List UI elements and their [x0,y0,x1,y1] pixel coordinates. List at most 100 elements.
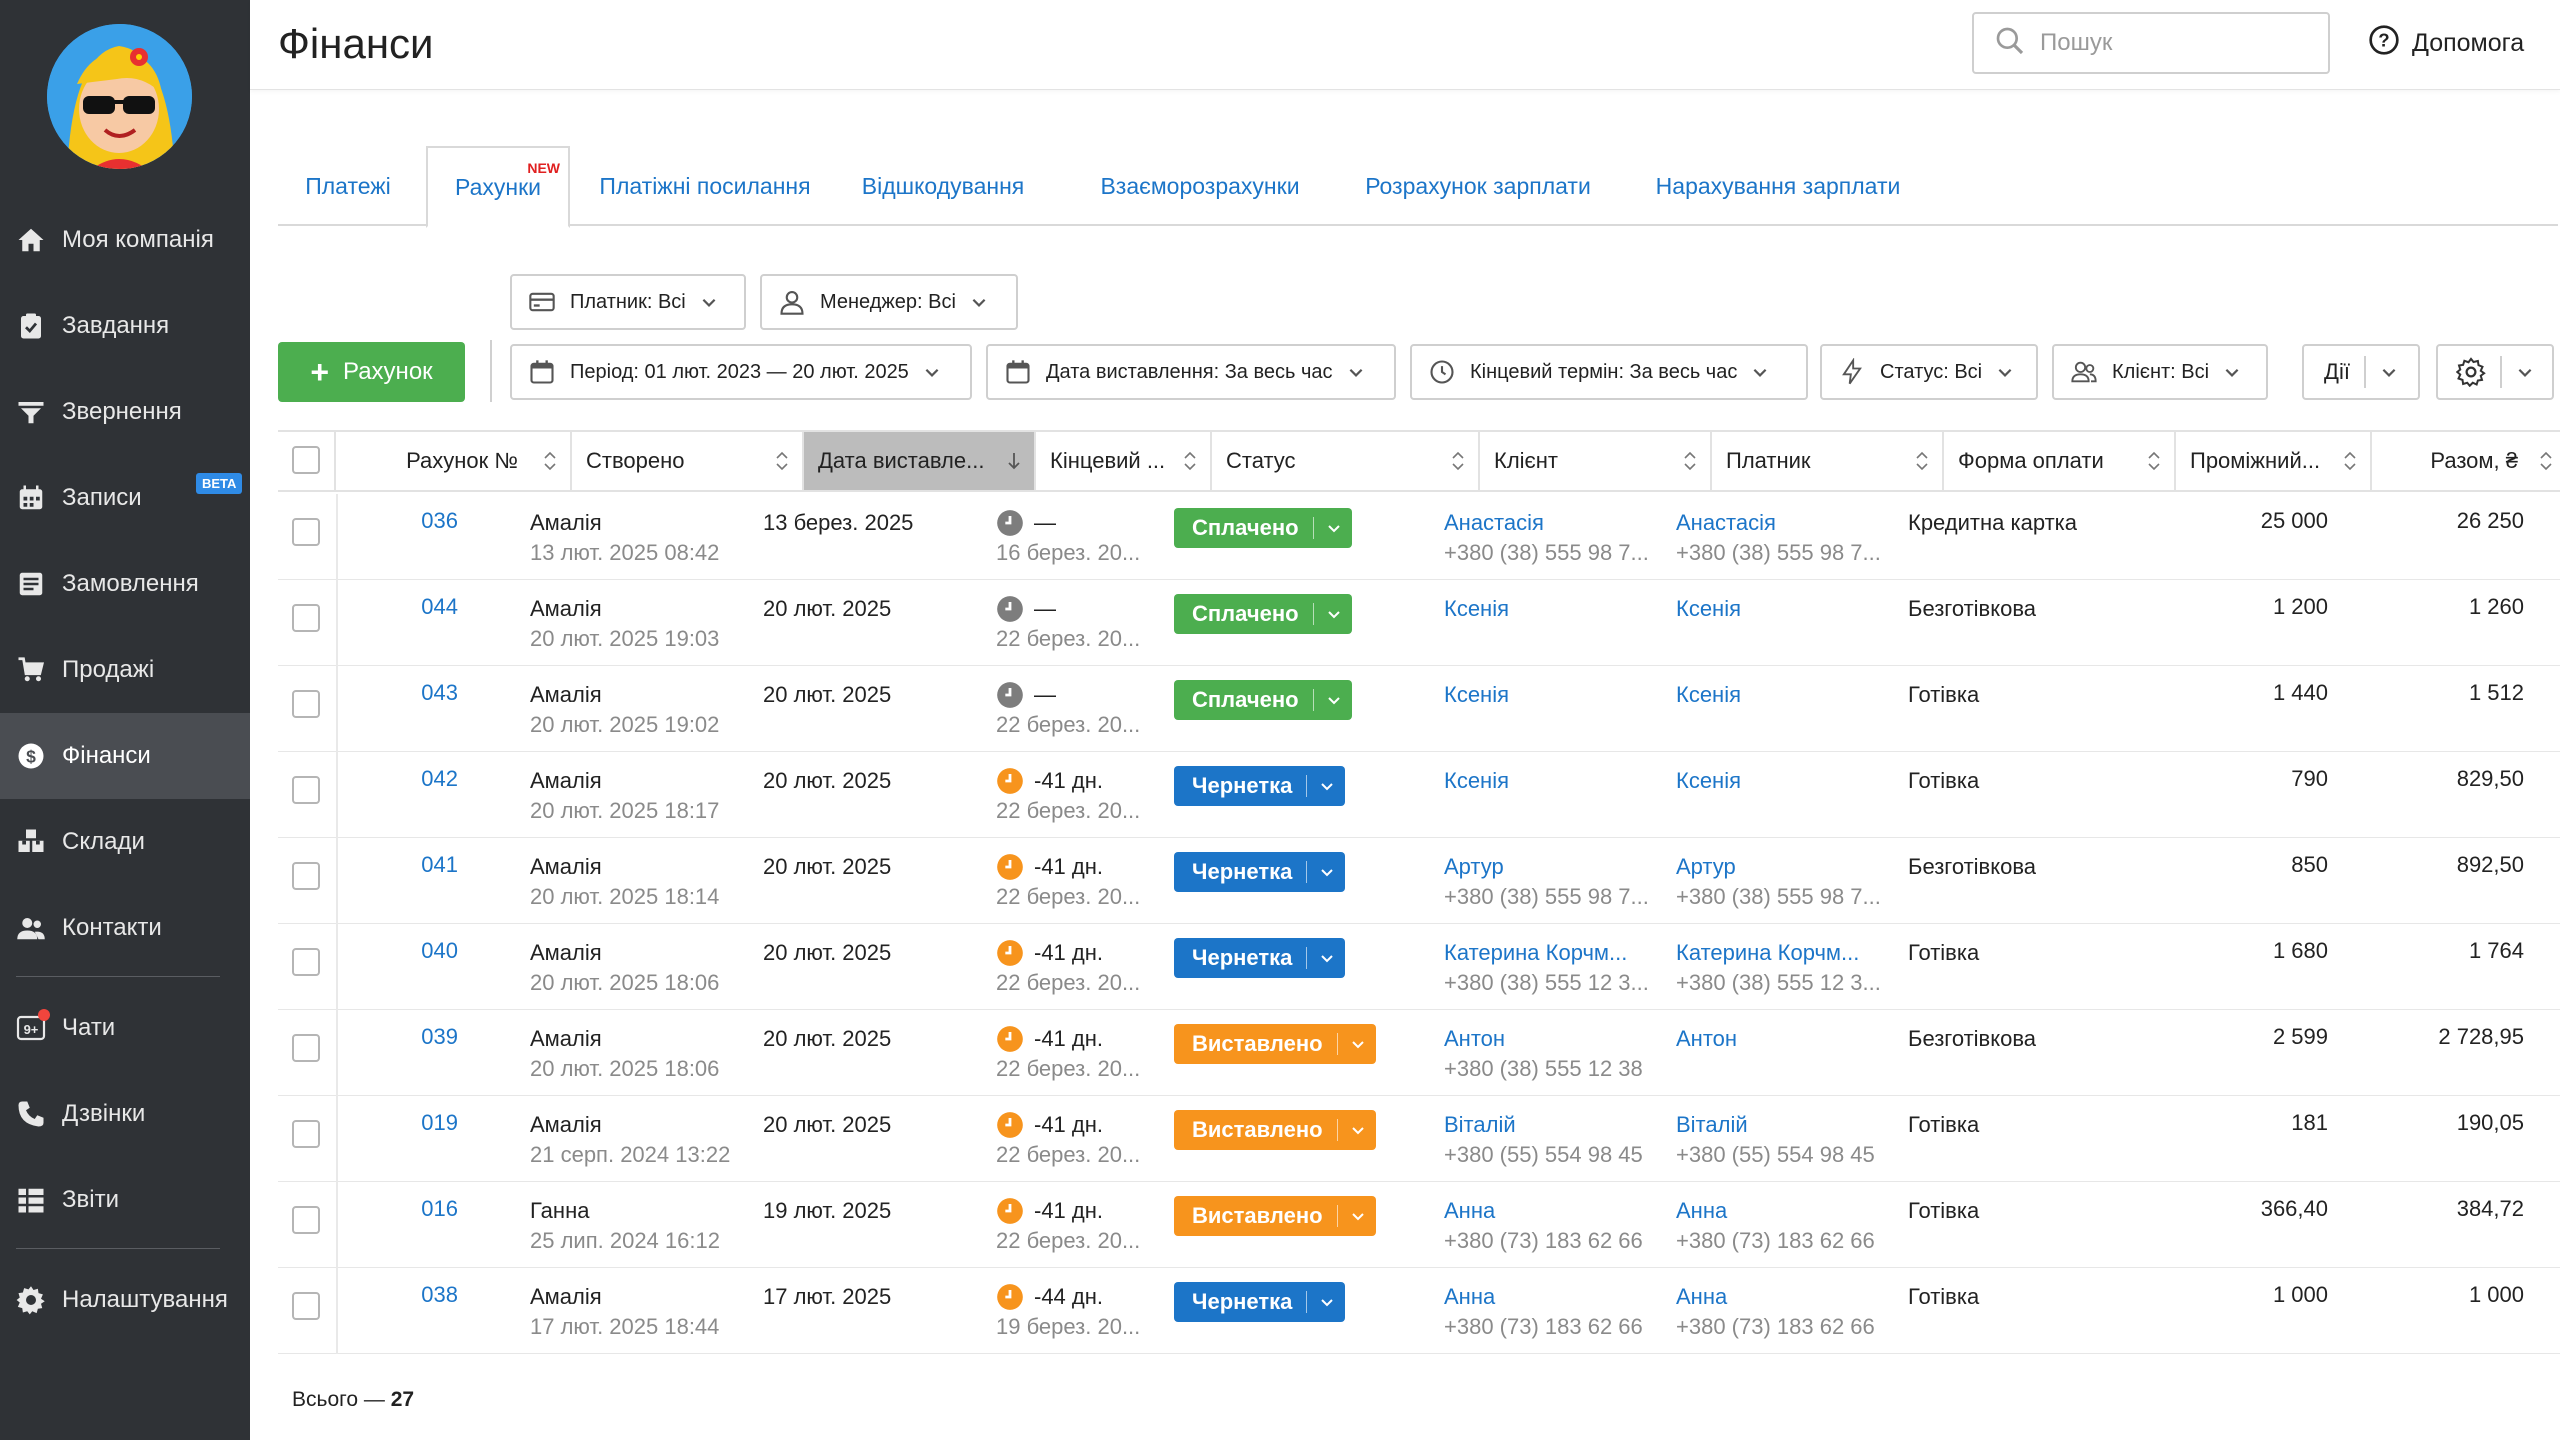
client-link[interactable]: Ксенія [1444,680,1656,710]
client-link[interactable]: Віталій [1444,1110,1656,1140]
dropdown-toggle[interactable] [2500,356,2534,388]
period-filter[interactable]: Період: 01 лют. 2023 — 20 лют. 2025 [510,344,972,400]
col-payer[interactable]: Платник [1712,432,1944,490]
table-row[interactable]: 036 Амалія 13 лют. 2025 08:42 13 берез. … [278,494,2560,580]
table-row[interactable]: 042 Амалія 20 лют. 2025 18:17 20 лют. 20… [278,752,2560,838]
manager-filter[interactable]: Менеджер: Всі [760,274,1018,330]
client-filter[interactable]: Клієнт: Всі [2052,344,2268,400]
invoice-number-link[interactable]: 044 [398,594,458,620]
client-link[interactable]: Антон [1444,1024,1656,1054]
search-input[interactable] [2040,29,2310,57]
payer-filter[interactable]: Платник: Всі [510,274,746,330]
table-row[interactable]: 040 Амалія 20 лют. 2025 18:06 20 лют. 20… [278,924,2560,1010]
col-client[interactable]: Клієнт [1480,432,1712,490]
client-link[interactable]: Ксенія [1444,766,1656,796]
sidebar-item-finance[interactable]: $ Фінанси [0,713,250,799]
col-total[interactable]: Разом, ₴ [2372,432,2560,490]
invoice-number-link[interactable]: 042 [398,766,458,792]
invoice-number-link[interactable]: 019 [398,1110,458,1136]
table-row[interactable]: 038 Амалія 17 лют. 2025 18:44 17 лют. 20… [278,1268,2560,1354]
invoice-number-link[interactable]: 038 [398,1282,458,1308]
sidebar-item-contacts[interactable]: Контакти [0,885,250,971]
table-row[interactable]: 044 Амалія 20 лют. 2025 19:03 20 лют. 20… [278,580,2560,666]
status-badge[interactable]: Сплачено [1174,594,1352,634]
sidebar-item-my-company[interactable]: Моя компанія [0,197,250,283]
payer-link[interactable]: Антон [1676,1024,1888,1054]
row-checkbox[interactable] [292,604,320,632]
col-invoice-number[interactable]: Рахунок № [336,432,572,490]
client-link[interactable]: Анна [1444,1282,1656,1312]
sidebar-item-tasks[interactable]: Завдання [0,283,250,369]
row-checkbox[interactable] [292,776,320,804]
col-status[interactable]: Статус [1212,432,1480,490]
invoice-number-link[interactable]: 041 [398,852,458,878]
invoice-number-link[interactable]: 036 [398,508,458,534]
search-box[interactable] [1972,12,2330,74]
payer-link[interactable]: Анна [1676,1282,1888,1312]
status-badge[interactable]: Чернетка [1174,1282,1346,1322]
row-checkbox[interactable] [292,1034,320,1062]
payer-link[interactable]: Ксенія [1676,594,1888,624]
row-checkbox[interactable] [292,948,320,976]
status-badge[interactable]: Виставлено [1174,1196,1376,1236]
sidebar-item-settings[interactable]: Налаштування [0,1257,250,1343]
sidebar-item-calls[interactable]: Дзвінки [0,1071,250,1157]
tab-payroll-accrual[interactable]: Нарахування зарплати [1648,146,1908,226]
row-checkbox[interactable] [292,1120,320,1148]
row-checkbox[interactable] [292,518,320,546]
client-link[interactable]: Катерина Корчм... [1444,938,1656,968]
sidebar-item-orders[interactable]: Замовлення [0,541,250,627]
tab-payroll-calc[interactable]: Розрахунок зарплати [1358,146,1598,226]
invoice-number-link[interactable]: 039 [398,1024,458,1050]
col-payment-form[interactable]: Форма оплати [1944,432,2176,490]
table-row[interactable]: 016 Ганна 25 лип. 2024 16:12 19 лют. 202… [278,1182,2560,1268]
invoice-number-link[interactable]: 016 [398,1196,458,1222]
sidebar-item-sales[interactable]: Продажі [0,627,250,713]
col-issue-date[interactable]: Дата виставле... [804,432,1036,490]
table-row[interactable]: 019 Амалія 21 серп. 2024 13:22 20 лют. 2… [278,1096,2560,1182]
table-row[interactable]: 041 Амалія 20 лют. 2025 18:14 20 лют. 20… [278,838,2560,924]
issue-date-filter[interactable]: Дата виставлення: За весь час [986,344,1396,400]
sidebar-item-warehouses[interactable]: Склади [0,799,250,885]
sidebar-item-chats[interactable]: 9+ Чати [0,985,250,1071]
deadline-filter[interactable]: Кінцевий термін: За весь час [1410,344,1808,400]
tab-payments[interactable]: Платежі [278,146,418,226]
payer-link[interactable]: Артур [1676,852,1888,882]
payer-link[interactable]: Катерина Корчм... [1676,938,1888,968]
row-checkbox[interactable] [292,1206,320,1234]
payer-link[interactable]: Ксенія [1676,766,1888,796]
sidebar-item-reports[interactable]: Звіти [0,1157,250,1243]
table-settings-dropdown[interactable] [2436,344,2554,400]
row-checkbox[interactable] [292,690,320,718]
select-all-checkbox[interactable] [292,446,320,474]
avatar[interactable] [47,24,192,169]
col-subtotal[interactable]: Проміжний... [2176,432,2372,490]
client-link[interactable]: Артур [1444,852,1656,882]
payer-link[interactable]: Анна [1676,1196,1888,1226]
status-badge[interactable]: Чернетка [1174,852,1346,892]
table-row[interactable]: 043 Амалія 20 лют. 2025 19:02 20 лют. 20… [278,666,2560,752]
payer-link[interactable]: Віталій [1676,1110,1888,1140]
sidebar-item-requests[interactable]: Звернення [0,369,250,455]
status-badge[interactable]: Виставлено [1174,1024,1376,1064]
tab-refunds[interactable]: Відшкодування [848,146,1038,226]
tab-invoices[interactable]: Рахунки NEW [426,146,570,228]
status-badge[interactable]: Сплачено [1174,508,1352,548]
col-created[interactable]: Створено [572,432,804,490]
client-link[interactable]: Анна [1444,1196,1656,1226]
status-badge[interactable]: Чернетка [1174,766,1346,806]
help-link[interactable]: ? Допомога [2368,24,2524,63]
status-badge[interactable]: Чернетка [1174,938,1346,978]
status-filter[interactable]: Статус: Всі [1820,344,2038,400]
invoice-number-link[interactable]: 040 [398,938,458,964]
payer-link[interactable]: Ксенія [1676,680,1888,710]
tab-payment-links[interactable]: Платіжні посилання [580,146,830,226]
payer-link[interactable]: Анастасія [1676,508,1888,538]
dropdown-toggle[interactable] [2363,356,2398,388]
client-link[interactable]: Анастасія [1444,508,1656,538]
table-row[interactable]: 039 Амалія 20 лют. 2025 18:06 20 лют. 20… [278,1010,2560,1096]
client-link[interactable]: Ксенія [1444,594,1656,624]
tab-settlements[interactable]: Взаєморозрахунки [1090,146,1310,226]
actions-dropdown[interactable]: Дії [2302,344,2420,400]
sidebar-item-appointments[interactable]: Записи BETA [0,455,250,541]
